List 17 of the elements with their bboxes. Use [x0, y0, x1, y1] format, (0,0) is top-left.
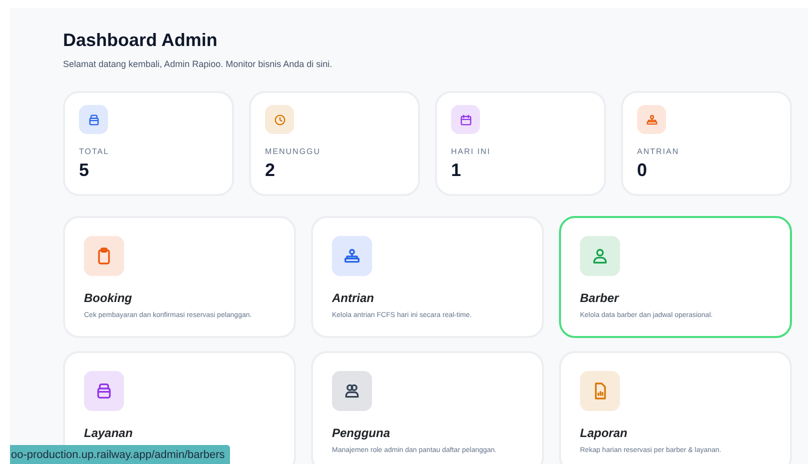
- page-title: Dashboard Admin: [63, 30, 218, 52]
- page-subtitle: Selamat datang kembali, Admin Rapioo. Monitor bisnis Anda di sini.: [63, 58, 334, 71]
- stat-value: 1: [451, 161, 462, 180]
- menu-title: Pengguna: [332, 427, 392, 440]
- menu-title: Layanan: [84, 427, 134, 440]
- stat-value: 5: [79, 161, 90, 180]
- stat-value: 0: [637, 161, 648, 180]
- stat-label: TOTAL: [79, 148, 110, 156]
- link-url-tooltip: oo-production.up.railway.app/admin/barbers: [10, 444, 230, 464]
- stat-label: ANTRIAN: [637, 148, 680, 156]
- stat-label: MENUNGGU: [265, 148, 322, 156]
- menu-title: Antrian: [332, 292, 375, 304]
- stat-value: 2: [265, 161, 276, 180]
- menu-title: Booking: [84, 292, 133, 304]
- menu-title: Laporan: [580, 427, 628, 440]
- stat-label: HARI INI: [451, 148, 492, 156]
- menu-title: Barber: [580, 292, 620, 304]
